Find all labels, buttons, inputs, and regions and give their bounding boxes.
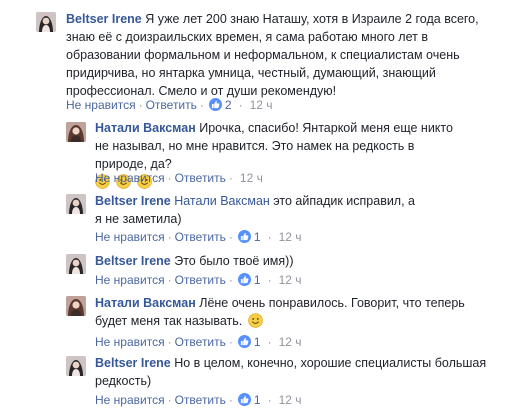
reply-body: Натали Ваксман Лёне очень понравилось. Г… — [95, 294, 475, 330]
comment-author[interactable]: Натали Ваксман — [95, 121, 196, 135]
avatar[interactable] — [66, 194, 86, 214]
reply-item: Натали Ваксман Лёне очень понравилось. Г… — [0, 292, 527, 352]
avatar[interactable] — [66, 254, 86, 274]
separator: · — [167, 393, 172, 407]
like-badge-icon[interactable] — [237, 273, 251, 286]
unlike-link[interactable]: Не нравится — [66, 98, 136, 112]
avatar-photo-icon — [66, 356, 86, 376]
reply-item: Beltser Irene Натали Ваксман это айпадик… — [0, 190, 527, 250]
like-count[interactable]: 1 — [251, 335, 265, 349]
reply-link[interactable]: Ответить — [175, 273, 226, 287]
avatar-photo-icon — [66, 122, 86, 142]
like-count[interactable]: 2 — [222, 98, 236, 112]
like-count[interactable]: 1 — [251, 273, 265, 287]
separator: · — [267, 230, 272, 244]
like-badge-icon[interactable] — [237, 393, 251, 406]
unlike-link[interactable]: Не нравится — [95, 273, 165, 287]
unlike-link[interactable]: Не нравится — [95, 230, 165, 244]
unlike-link[interactable]: Не нравится — [95, 393, 165, 407]
reply-link[interactable]: Ответить — [175, 171, 226, 185]
separator: · — [267, 335, 272, 349]
avatar-photo-icon — [66, 194, 86, 214]
like-count[interactable]: 1 — [251, 230, 265, 244]
comment-text: Это было твоё имя)) — [174, 254, 294, 268]
comment-timestamp[interactable]: 12 ч — [236, 171, 263, 185]
separator: · — [167, 273, 172, 287]
separator: · — [228, 273, 233, 287]
comment-actions: Не нравится · Ответить · 2 · 12 ч — [66, 97, 273, 113]
separator: · — [199, 98, 204, 112]
separator: · — [228, 230, 233, 244]
reply-item: Натали Ваксман Ирочка, спасибо! Янтаркой… — [0, 118, 527, 190]
like-badge-icon[interactable] — [237, 230, 251, 243]
avatar[interactable] — [36, 12, 56, 32]
comment-actions: Не нравится · Ответить · 1 · 12 ч — [95, 229, 302, 245]
reply-link[interactable]: Ответить — [175, 230, 226, 244]
avatar-photo-icon — [66, 296, 86, 316]
separator: · — [238, 98, 243, 112]
comment-author[interactable]: Beltser Irene — [95, 356, 171, 370]
smiley-emoji-icon — [247, 313, 263, 328]
avatar[interactable] — [66, 122, 86, 142]
comment-actions: Не нравится · Ответить · 1 · 12 ч — [95, 272, 302, 288]
separator: · — [228, 171, 233, 185]
reply-item: Beltser Irene Это было твоё имя)) Не нра… — [0, 250, 527, 292]
comment-author[interactable]: Beltser Irene — [95, 254, 171, 268]
like-badge-icon[interactable] — [208, 98, 222, 111]
reply-link[interactable]: Ответить — [146, 98, 197, 112]
avatar[interactable] — [66, 356, 86, 376]
comment-actions: Не нравится · Ответить · 1 · 12 ч — [95, 392, 302, 408]
comment-timestamp[interactable]: 12 ч — [246, 98, 273, 112]
comment-timestamp[interactable]: 12 ч — [275, 230, 302, 244]
comment-body: Beltser Irene Я уже лет 200 знаю Наташу,… — [66, 10, 496, 100]
comment-timestamp[interactable]: 12 ч — [275, 273, 302, 287]
separator: · — [167, 335, 172, 349]
comment-item: Beltser Irene Я уже лет 200 знаю Наташу,… — [0, 0, 527, 120]
reply-body: Beltser Irene Натали Ваксман это айпадик… — [95, 192, 415, 228]
separator: · — [167, 171, 172, 185]
comment-author[interactable]: Beltser Irene — [95, 194, 171, 208]
reply-link[interactable]: Ответить — [175, 335, 226, 349]
avatar-photo-icon — [36, 12, 56, 32]
like-badge-icon[interactable] — [237, 335, 251, 348]
unlike-link[interactable]: Не нравится — [95, 335, 165, 349]
reply-body: Beltser Irene Но в целом, конечно, хорош… — [95, 354, 495, 390]
avatar[interactable] — [66, 296, 86, 316]
reply-link[interactable]: Ответить — [175, 393, 226, 407]
reply-item: Beltser Irene Но в целом, конечно, хорош… — [0, 352, 527, 414]
separator: · — [267, 393, 272, 407]
separator: · — [167, 230, 172, 244]
avatar-photo-icon — [66, 254, 86, 274]
comment-timestamp[interactable]: 12 ч — [275, 393, 302, 407]
comment-actions: Не нравится · Ответить · 12 ч — [95, 170, 263, 186]
like-count[interactable]: 1 — [251, 393, 265, 407]
separator: · — [138, 98, 143, 112]
separator: · — [267, 273, 272, 287]
mention-link[interactable]: Натали Ваксман — [174, 194, 270, 208]
unlike-link[interactable]: Не нравится — [95, 171, 165, 185]
comment-author[interactable]: Натали Ваксман — [95, 296, 196, 310]
comment-author[interactable]: Beltser Irene — [66, 12, 142, 26]
comment-timestamp[interactable]: 12 ч — [275, 335, 302, 349]
separator: · — [228, 393, 233, 407]
reply-body: Beltser Irene Это было твоё имя)) — [95, 252, 475, 270]
comment-actions: Не нравится · Ответить · 1 · 12 ч — [95, 334, 302, 350]
separator: · — [228, 335, 233, 349]
